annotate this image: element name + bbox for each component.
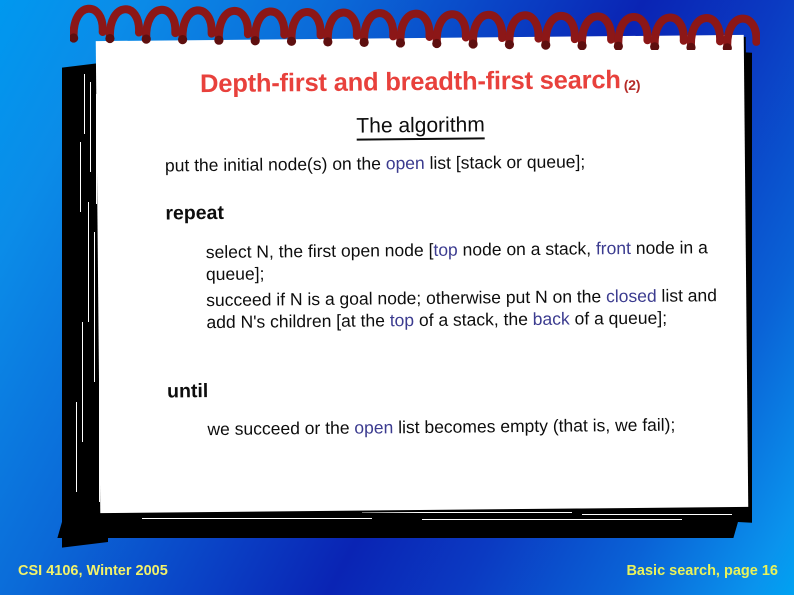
page-separation-line <box>94 232 95 382</box>
highlighted-term: top <box>389 310 415 331</box>
highlighted-term: open <box>385 152 425 174</box>
text-run: select N, the first open node [ <box>205 239 434 263</box>
text-run: put the initial node(s) on the <box>164 153 386 176</box>
notepad-sheet: Depth-first and breadth-first search (2) … <box>95 34 749 514</box>
page-separation-line <box>80 142 81 212</box>
slide-content: Depth-first and breadth-first search (2) … <box>96 35 749 513</box>
slide-canvas: Depth-first and breadth-first search (2) … <box>0 0 794 595</box>
text-run: list becomes empty (that is, we fail); <box>393 414 676 438</box>
highlighted-term: front <box>595 237 632 259</box>
page-title-number: (2) <box>623 76 641 94</box>
highlighted-term: closed <box>605 285 657 307</box>
algorithm-line-we: we succeed or the open list becomes empt… <box>207 413 717 440</box>
page-title-text: Depth-first and breadth-first search <box>199 66 621 99</box>
text-run: succeed if N is a goal node; otherwise p… <box>206 286 607 311</box>
highlighted-term: top <box>433 239 458 260</box>
algorithm-keyword-repeat: repeat <box>165 201 225 225</box>
text-run: of a queue]; <box>569 307 668 329</box>
footer-course-label: CSI 4106, Winter 2005 <box>18 563 168 579</box>
page-separation-line <box>422 519 682 520</box>
algorithm-line-succeed: succeed if N is a goal node; otherwise p… <box>206 284 734 333</box>
algorithm-keyword-until: until <box>167 380 209 403</box>
highlighted-term: open <box>354 417 394 438</box>
notepad: Depth-first and breadth-first search (2) … <box>57 22 752 548</box>
page-separation-line <box>90 82 91 172</box>
page-title: Depth-first and breadth-first search (2) <box>96 65 744 100</box>
page-separation-line <box>84 74 85 134</box>
page-separation-line <box>88 202 89 322</box>
page-subtitle: The algorithm <box>96 111 744 141</box>
text-run: list [stack or queue]; <box>424 151 586 173</box>
page-separation-line <box>142 518 372 519</box>
footer-page-label: Basic search, page 16 <box>626 563 778 579</box>
highlighted-term: back <box>532 308 570 329</box>
page-separation-line <box>362 512 572 513</box>
page-subtitle-text: The algorithm <box>356 113 485 141</box>
text-run: node on a stack, <box>457 238 596 260</box>
algorithm-line-select: select N, the first open node [top node … <box>206 236 716 285</box>
text-run: of a stack, the <box>413 308 533 331</box>
page-separation-line <box>82 322 83 442</box>
page-separation-line <box>76 402 77 492</box>
algorithm-line-put: put the initial node(s) on the open list… <box>165 149 685 176</box>
text-run: we succeed or the <box>207 417 355 440</box>
page-separation-line <box>582 514 732 515</box>
